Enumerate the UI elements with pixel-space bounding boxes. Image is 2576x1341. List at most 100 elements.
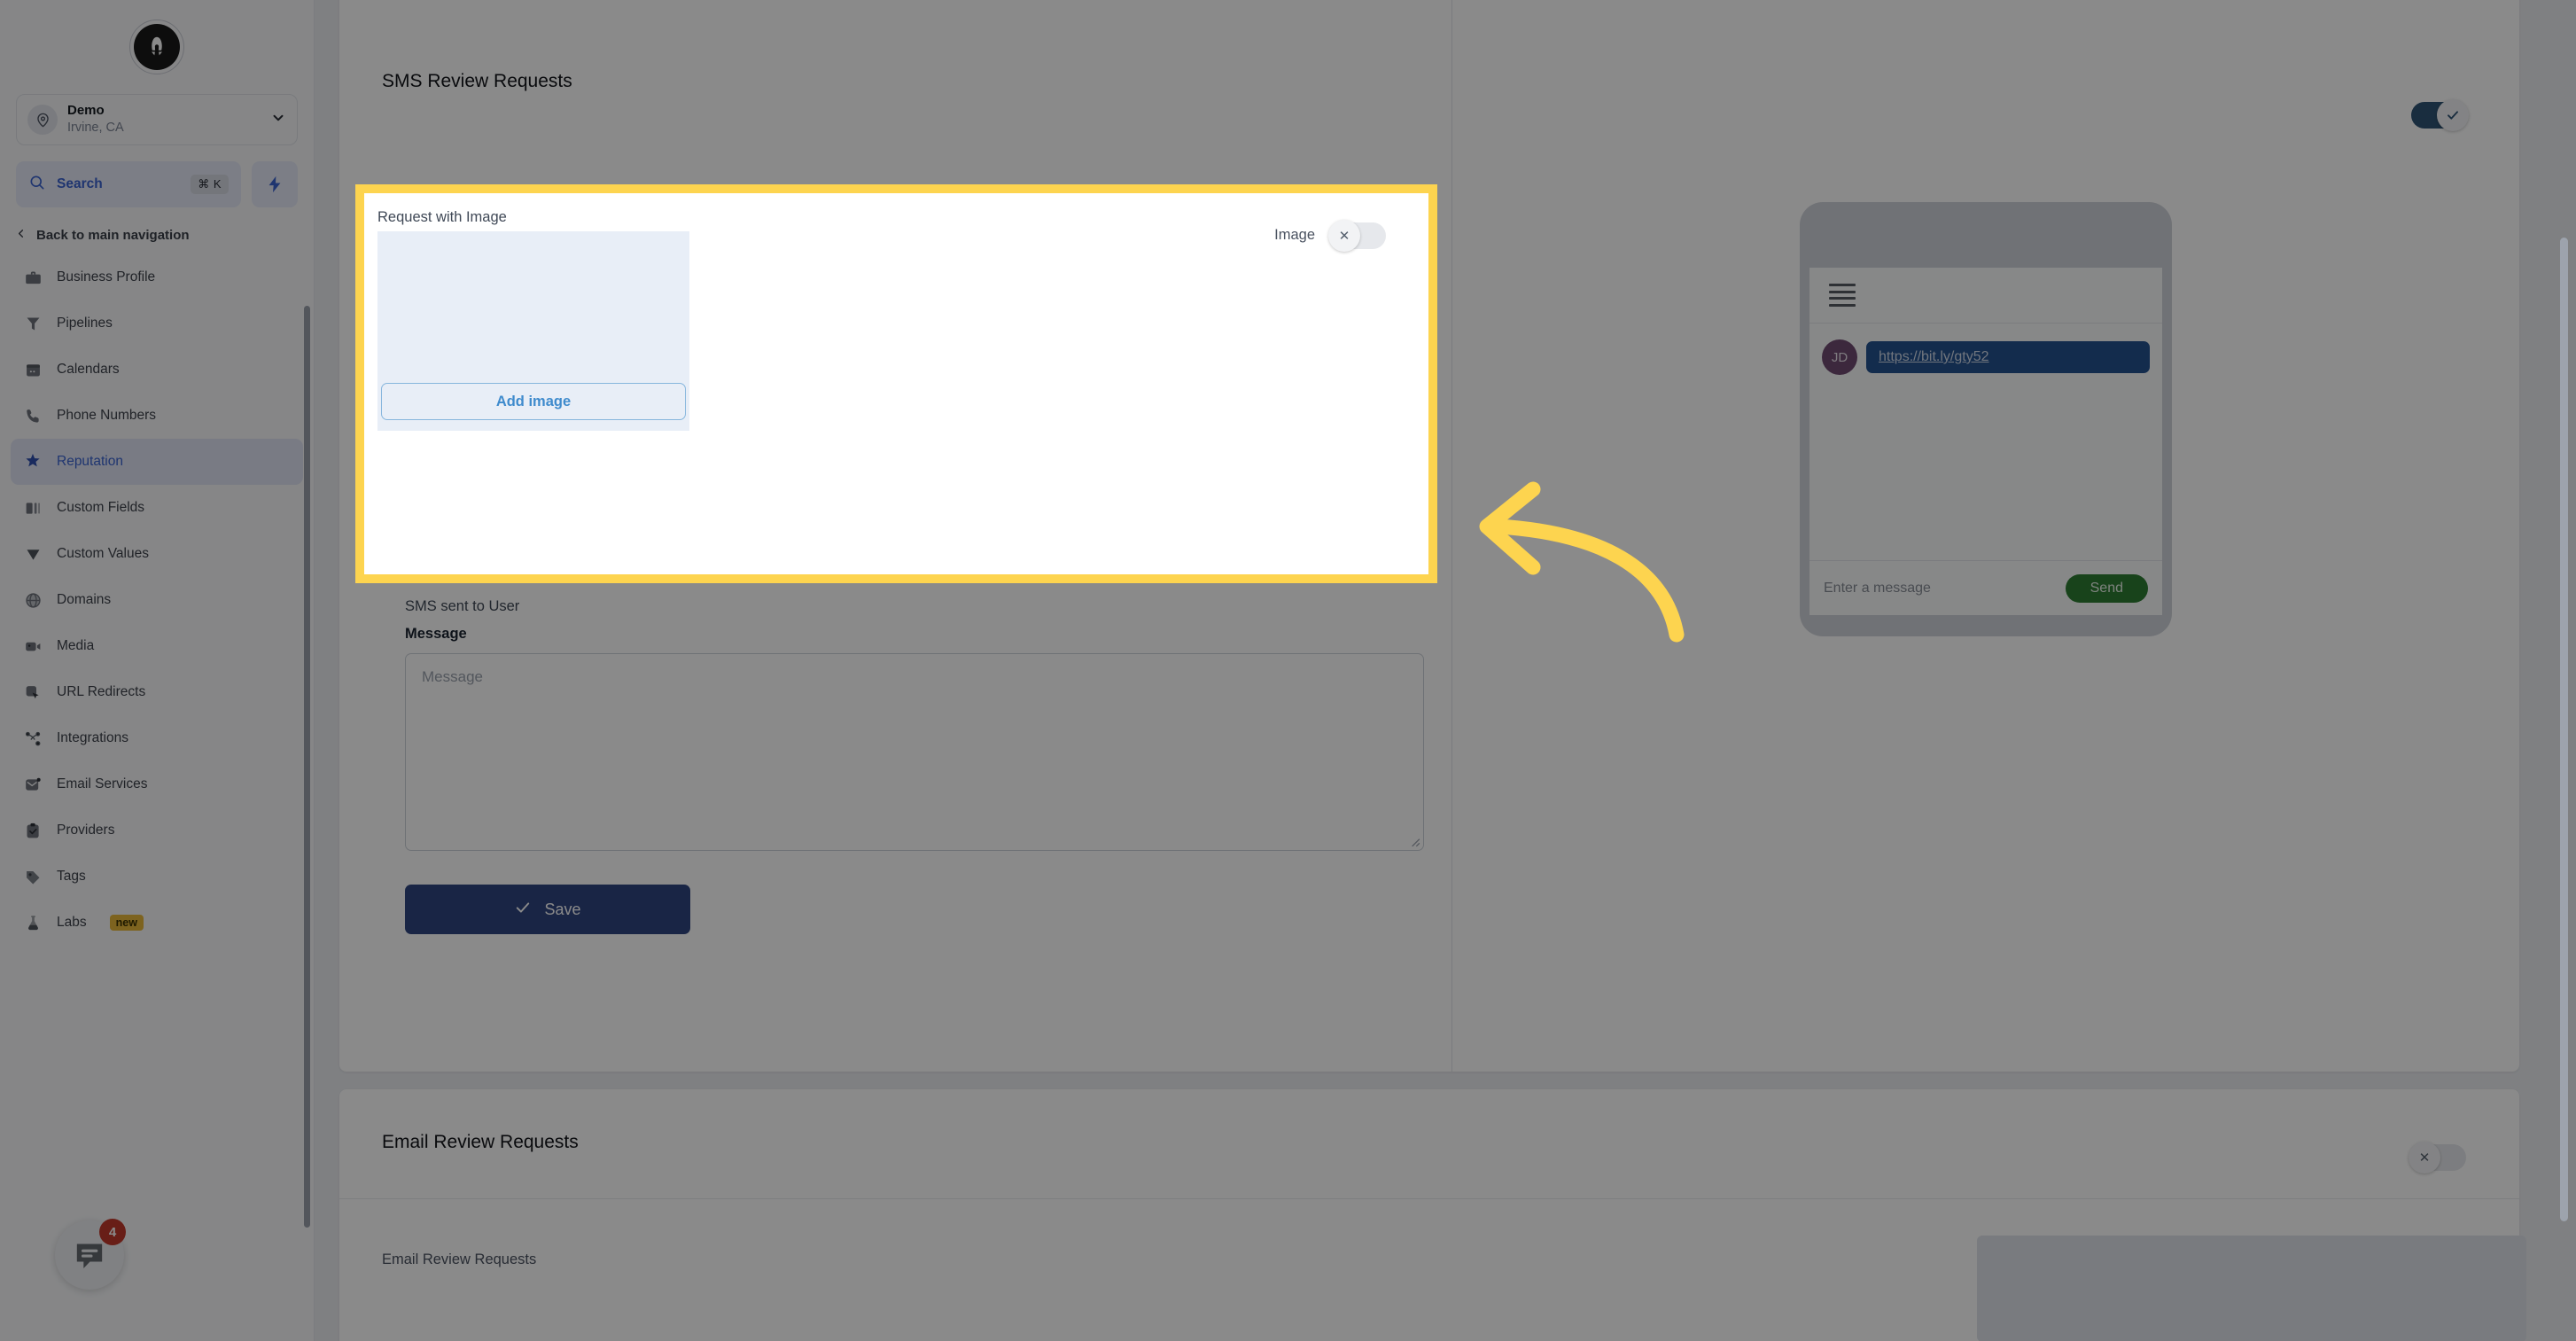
close-x-icon: ✕ <box>1328 220 1360 252</box>
hamburger-menu-icon[interactable] <box>1829 280 1856 311</box>
back-to-main-navigation[interactable]: Back to main navigation <box>14 227 314 244</box>
resize-handle[interactable] <box>1408 835 1420 847</box>
cursor-icon <box>23 682 43 702</box>
sms-review-requests-toggle[interactable] <box>2411 99 2469 131</box>
rocket-logo-icon[interactable] <box>134 24 180 70</box>
search-shortcut-badge: ⌘ K <box>191 175 229 194</box>
email-section-title: Email Review Requests <box>382 1132 579 1152</box>
add-image-button[interactable]: Add image <box>381 383 686 420</box>
sidebar-item-phone-numbers[interactable]: Phone Numbers <box>11 393 303 439</box>
sidebar-scrollbar[interactable] <box>304 306 310 1228</box>
sidebar-item-label: Tags <box>57 869 86 884</box>
message-label: Message <box>405 626 467 642</box>
mail-icon <box>23 775 43 794</box>
location-pin-icon <box>27 105 58 135</box>
back-nav-label: Back to main navigation <box>36 228 190 243</box>
preview-message-row: JD https://bit.ly/gty52 <box>1809 324 2162 375</box>
sidebar-item-label: Media <box>57 638 95 653</box>
sidebar-item-label: Custom Values <box>57 546 149 561</box>
sidebar-item-email-services[interactable]: Email Services <box>11 761 303 807</box>
image-toggle-label: Image <box>1274 227 1315 243</box>
page-title: SMS Review Requests <box>382 71 572 91</box>
sms-sent-to-user-label: SMS sent to User <box>405 598 520 614</box>
preview-input-placeholder[interactable]: Enter a message <box>1824 581 1931 596</box>
sidebar-item-tags[interactable]: Tags <box>11 854 303 900</box>
funnel-icon <box>23 314 43 333</box>
sidebar-item-pipelines[interactable]: Pipelines <box>11 300 303 347</box>
close-x-icon: ✕ <box>2409 1142 2440 1173</box>
preview-send-button[interactable]: Send <box>2065 573 2148 603</box>
sidebar-item-label: Phone Numbers <box>57 408 157 423</box>
lightning-bolt-icon[interactable] <box>252 161 298 207</box>
sidebar-item-calendars[interactable]: Calendars <box>11 347 303 393</box>
phone-top-bar <box>1809 268 2162 324</box>
globe-icon <box>23 590 43 610</box>
sidebar-item-business-profile[interactable]: Business Profile <box>11 254 303 300</box>
status-badge: new <box>109 915 144 931</box>
email-preview-placeholder <box>1977 1236 2526 1341</box>
share-icon <box>23 729 43 748</box>
save-button[interactable]: Save <box>405 885 690 934</box>
preview-message-link[interactable]: https://bit.ly/gty52 <box>1879 349 1989 364</box>
sidebar-item-labs[interactable]: Labs new <box>11 900 303 946</box>
image-dropzone[interactable]: Add image <box>377 231 689 431</box>
message-textarea[interactable]: Message <box>405 653 1424 851</box>
logo-ring <box>129 19 184 74</box>
highlight-frame: Request with Image Image ✕ Add image <box>355 184 1437 583</box>
message-placeholder: Message <box>422 668 483 685</box>
request-with-image-label: Request with Image <box>377 209 507 225</box>
location-sublabel: Irvine, CA <box>67 120 124 135</box>
tag-icon <box>23 867 43 886</box>
save-button-label: Save <box>544 900 581 918</box>
phone-screen: JD https://bit.ly/gty52 Enter a message … <box>1809 268 2162 615</box>
sidebar-item-label: Email Services <box>57 776 148 791</box>
sidebar-item-providers[interactable]: Providers <box>11 807 303 854</box>
search-label: Search <box>57 176 103 191</box>
location-name: Demo <box>67 103 105 119</box>
clipboard-check-icon <box>23 821 43 840</box>
main-scrollbar[interactable] <box>2560 238 2568 1221</box>
video-icon <box>23 636 43 656</box>
sidebar-item-label: Custom Fields <box>57 500 145 515</box>
section-divider <box>1451 0 1452 1072</box>
sidebar-item-label: Integrations <box>57 730 128 745</box>
sidebar-item-label: Labs <box>57 915 87 930</box>
briefcase-icon <box>23 268 43 287</box>
email-review-requests-toggle[interactable]: ✕ <box>2409 1142 2466 1173</box>
gem-icon <box>23 544 43 564</box>
phone-preview: JD https://bit.ly/gty52 Enter a message … <box>1800 202 2172 636</box>
sidebar-item-label: Reputation <box>57 454 123 469</box>
check-icon <box>514 899 532 921</box>
image-toggle[interactable]: ✕ <box>1328 220 1386 252</box>
sms-form-area: SMS sent to User Message Message Save <box>405 598 1433 934</box>
logo-container <box>0 0 314 74</box>
preview-message-input-row: Enter a message Send <box>1809 560 2162 615</box>
search-input[interactable]: Search ⌘ K <box>16 161 241 207</box>
sidebar-item-label: Calendars <box>57 362 120 377</box>
location-selector[interactable]: Demo Irvine, CA <box>16 94 298 145</box>
sidebar-item-reputation[interactable]: Reputation <box>11 439 303 485</box>
chat-bubble-icon[interactable]: 4 <box>55 1219 126 1290</box>
search-row: Search ⌘ K <box>16 161 298 207</box>
phone-icon <box>23 406 43 425</box>
sidebar-item-label: URL Redirects <box>57 684 146 699</box>
email-review-requests-card: Email Review Requests ✕ Email Review Req… <box>339 1089 2526 1341</box>
email-section-subtitle: Email Review Requests <box>382 1251 537 1267</box>
preview-message-bubble: https://bit.ly/gty52 <box>1866 341 2150 373</box>
sidebar: Demo Irvine, CA Search ⌘ K Back to main … <box>0 0 315 1341</box>
app-root: Demo Irvine, CA Search ⌘ K Back to main … <box>0 0 2576 1341</box>
sidebar-item-custom-fields[interactable]: Custom Fields <box>11 485 303 531</box>
fields-icon <box>23 498 43 518</box>
sidebar-item-label: Domains <box>57 592 112 607</box>
chevron-down-icon[interactable] <box>270 110 286 130</box>
avatar: JD <box>1822 339 1857 375</box>
sidebar-item-integrations[interactable]: Integrations <box>11 715 303 761</box>
search-icon <box>28 174 46 196</box>
sidebar-item-custom-values[interactable]: Custom Values <box>11 531 303 577</box>
sidebar-item-domains[interactable]: Domains <box>11 577 303 623</box>
sidebar-item-media[interactable]: Media <box>11 623 303 669</box>
sidebar-item-url-redirects[interactable]: URL Redirects <box>11 669 303 715</box>
sidebar-nav-list: Business Profile Pipelines Calendars Pho… <box>0 254 314 946</box>
sidebar-item-label: Business Profile <box>57 269 156 285</box>
sidebar-item-label: Providers <box>57 823 115 838</box>
